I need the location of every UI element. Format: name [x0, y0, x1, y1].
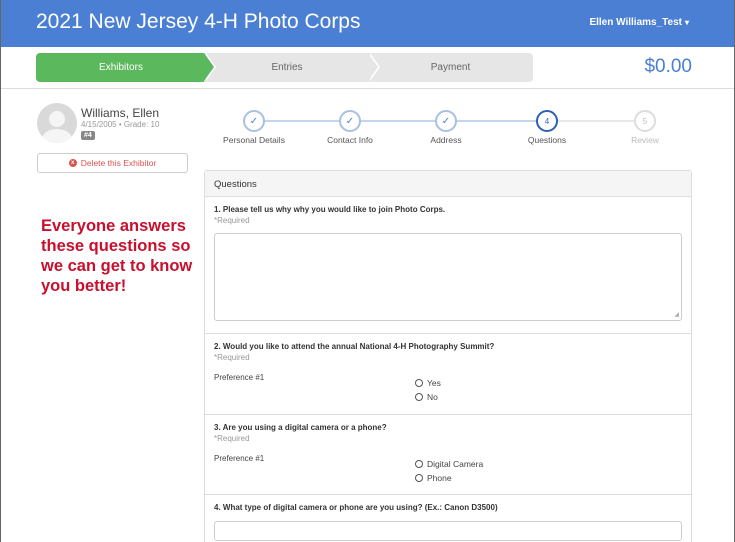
radio-phone[interactable]: Phone: [415, 473, 452, 483]
caret-down-icon: ▾: [684, 18, 689, 27]
radio-circle-icon: [415, 393, 423, 401]
question-title: 3. Are you using a digital camera or a p…: [214, 423, 387, 432]
step-payment[interactable]: Payment: [368, 53, 533, 82]
question-3: 3. Are you using a digital camera or a p…: [205, 415, 691, 495]
wizard-step-2-check-icon[interactable]: ✓: [339, 110, 361, 132]
wizard-label-questions: Questions: [527, 135, 567, 145]
delete-exhibitor-label: Delete this Exhibitor: [80, 158, 157, 168]
radio-no[interactable]: No: [415, 392, 438, 402]
question-4: 4. What type of digital camera or phone …: [205, 495, 691, 542]
question-1: 1. Please tell us why why you would like…: [205, 197, 691, 334]
step-arrow-exhibitors: [204, 53, 214, 81]
wizard-step-3-check-icon[interactable]: ✓: [435, 110, 457, 132]
avatar: [37, 103, 77, 143]
radio-circle-icon: [415, 460, 423, 468]
camera-type-input[interactable]: [214, 521, 682, 541]
wizard-step-1-check-icon[interactable]: ✓: [243, 110, 265, 132]
answer-textarea[interactable]: ◢: [214, 233, 682, 321]
required-note: *Required: [214, 434, 250, 443]
app-title[interactable]: 2021 New Jersey 4-H Photo Corps: [36, 10, 361, 34]
exhibitor-number-badge: #4: [81, 131, 95, 140]
delete-exhibitor-button[interactable]: x Delete this Exhibitor: [37, 153, 188, 173]
step-exhibitors[interactable]: Exhibitors: [36, 53, 206, 82]
resize-handle-icon[interactable]: ◢: [674, 311, 679, 318]
radio-label: No: [427, 392, 438, 402]
question-title: 1. Please tell us why why you would like…: [214, 205, 446, 214]
panel-heading: Questions: [205, 171, 691, 197]
exhibitor-name: Williams, Ellen: [81, 106, 160, 120]
radio-circle-icon: [415, 474, 423, 482]
wizard-label-address: Address: [430, 135, 462, 145]
radio-circle-icon: [415, 379, 423, 387]
cart-total: $0.00: [644, 56, 692, 77]
radio-digital-camera[interactable]: Digital Camera: [415, 459, 483, 469]
question-2: 2. Would you like to attend the annual N…: [205, 334, 691, 415]
wizard-label-personal: Personal Details: [223, 135, 285, 145]
required-note: *Required: [214, 353, 250, 362]
wizard-remaining-line: [557, 120, 641, 122]
preference-label: Preference #1: [214, 454, 265, 463]
wizard-step-5: 5: [634, 110, 656, 132]
radio-label: Yes: [427, 378, 441, 388]
radio-label: Digital Camera: [427, 459, 484, 469]
step-entries[interactable]: Entries: [204, 53, 370, 82]
preference-label: Preference #1: [214, 373, 265, 382]
radio-label: Phone: [427, 473, 452, 483]
user-name: Ellen Williams_Test: [589, 17, 682, 28]
step-arrow-entries: [368, 53, 378, 81]
question-title: 2. Would you like to attend the annual N…: [214, 342, 495, 351]
wizard-label-contact: Contact Info: [327, 135, 373, 145]
instruction-callout: Everyone answers these questions so we c…: [41, 217, 193, 295]
exhibitor-details: 4/15/2005 • Grade: 10: [81, 120, 160, 129]
required-note: *Required: [214, 216, 250, 225]
remove-icon: x: [68, 159, 77, 167]
avatar-head: [49, 111, 65, 127]
checkout-steps: Exhibitors Entries Payment $0.00: [1, 47, 734, 89]
wizard-label-review: Review: [631, 135, 659, 145]
avatar-body: [42, 129, 72, 143]
questions-panel: Questions 1. Please tell us why why you …: [204, 170, 692, 542]
radio-yes[interactable]: Yes: [415, 378, 441, 388]
user-menu[interactable]: Ellen Williams_Test ▾: [589, 17, 689, 28]
question-title: 4. What type of digital camera or phone …: [214, 503, 498, 512]
wizard-progress-line: [263, 120, 546, 122]
wizard-step-4[interactable]: 4: [536, 110, 558, 132]
app-window: 2021 New Jersey 4-H Photo Corps Ellen Wi…: [0, 0, 735, 542]
top-navbar: 2021 New Jersey 4-H Photo Corps Ellen Wi…: [1, 0, 734, 47]
